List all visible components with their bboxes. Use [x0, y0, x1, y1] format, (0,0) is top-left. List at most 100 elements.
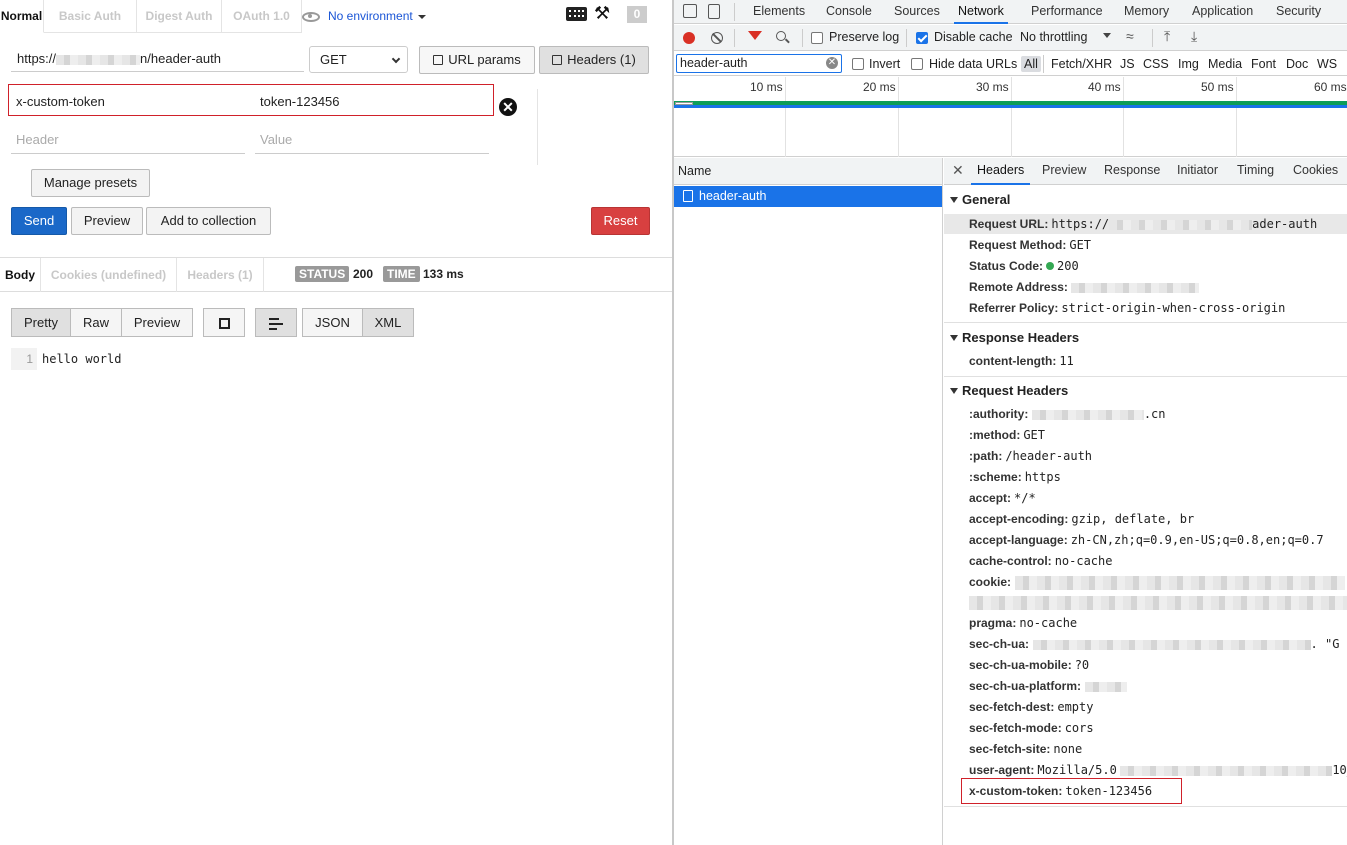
- hide-data-urls-checkbox[interactable]: [911, 58, 923, 70]
- general-section-header[interactable]: General: [950, 192, 1010, 207]
- tab-network[interactable]: Network: [954, 0, 1008, 24]
- json-button[interactable]: JSON: [302, 308, 363, 337]
- filter-css[interactable]: CSS: [1143, 56, 1169, 72]
- reset-button[interactable]: Reset: [591, 207, 650, 235]
- tab-response[interactable]: Response: [1104, 158, 1160, 185]
- invert-checkbox[interactable]: [852, 58, 864, 70]
- tab-cookies-detail[interactable]: Cookies: [1293, 158, 1338, 185]
- filter-icon[interactable]: [748, 31, 762, 40]
- preview-button[interactable]: Preview: [71, 207, 143, 235]
- xml-button[interactable]: XML: [362, 308, 414, 337]
- user-agent-row: user-agent:Mozilla/5.0 10_1: [969, 763, 1347, 778]
- header-key-input[interactable]: x-custom-token: [16, 94, 105, 109]
- tab-cookies[interactable]: Cookies (undefined): [41, 258, 177, 292]
- response-headers-section-header[interactable]: Response Headers: [950, 330, 1079, 345]
- key: x-custom-token:: [969, 784, 1063, 798]
- filter-ws[interactable]: WS: [1317, 56, 1337, 72]
- devtools-tabs: Elements Console Sources Network Perform…: [674, 0, 1347, 24]
- expand-button[interactable]: [203, 308, 245, 337]
- timeline-label: 30 ms: [976, 80, 1009, 94]
- status-ok-icon: [1046, 262, 1055, 270]
- tab-oauth[interactable]: OAuth 1.0: [222, 0, 302, 33]
- name-column-header[interactable]: Name: [674, 158, 942, 185]
- send-button[interactable]: Send: [11, 207, 67, 235]
- path-row: :path:/header-auth: [969, 449, 1092, 464]
- new-value-input[interactable]: Value: [255, 129, 489, 154]
- filter-all[interactable]: All: [1021, 56, 1041, 72]
- tools-icon[interactable]: ⚒: [594, 3, 610, 23]
- caret-down-icon: [418, 14, 427, 19]
- tab-response-headers[interactable]: Headers (1): [177, 258, 264, 292]
- tab-basic-auth[interactable]: Basic Auth: [44, 0, 137, 33]
- disable-cache-checkbox[interactable]: [916, 32, 928, 44]
- filter-img[interactable]: Img: [1178, 56, 1199, 72]
- keyboard-icon[interactable]: [566, 7, 587, 21]
- throttling-select[interactable]: No throttling: [1020, 30, 1087, 44]
- record-icon[interactable]: [683, 32, 695, 44]
- manage-presets-button[interactable]: Manage presets: [31, 169, 150, 197]
- request-row[interactable]: header-auth: [674, 186, 942, 207]
- raw-button[interactable]: Raw: [70, 308, 122, 337]
- network-conditions-icon[interactable]: ≈: [1126, 28, 1134, 44]
- code-line: 1 hello world: [11, 348, 661, 370]
- tab-timing[interactable]: Timing: [1237, 158, 1274, 185]
- tab-digest-auth[interactable]: Digest Auth: [137, 0, 222, 33]
- timeline-label: 20 ms: [863, 80, 896, 94]
- scheme-row: :scheme: https: [969, 470, 1061, 485]
- preserve-log-checkbox[interactable]: [811, 32, 823, 44]
- response-body: hello world: [42, 352, 122, 366]
- url-input[interactable]: https:// n/header-auth: [11, 47, 304, 72]
- tab-sources[interactable]: Sources: [894, 0, 940, 24]
- method-value: GET: [320, 52, 347, 67]
- filter-font[interactable]: Font: [1251, 56, 1276, 72]
- wrap-button[interactable]: [255, 308, 297, 337]
- add-to-collection-button[interactable]: Add to collection: [146, 207, 271, 235]
- device-toggle-icon[interactable]: [708, 4, 720, 19]
- filter-input[interactable]: header-auth: [676, 54, 842, 73]
- url-params-button[interactable]: URL params: [419, 46, 535, 74]
- tab-initiator[interactable]: Initiator: [1177, 158, 1218, 185]
- tab-application[interactable]: Application: [1192, 0, 1253, 24]
- key: sec-ch-ua-mobile:: [969, 658, 1072, 672]
- request-headers-title: Request Headers: [962, 383, 1069, 398]
- filter-media[interactable]: Media: [1208, 56, 1242, 72]
- pretty-button[interactable]: Pretty: [11, 308, 71, 337]
- search-icon[interactable]: [776, 31, 786, 41]
- preview-view-button[interactable]: Preview: [121, 308, 193, 337]
- network-timeline[interactable]: 10 ms 20 ms 30 ms 40 ms 50 ms 60 ms: [674, 77, 1347, 157]
- tab-security[interactable]: Security: [1276, 0, 1321, 24]
- clear-icon[interactable]: [711, 32, 723, 44]
- clear-filter-icon[interactable]: ✕: [826, 57, 838, 69]
- value: /header-auth: [1005, 449, 1093, 463]
- key: Remote Address:: [969, 280, 1068, 294]
- network-toolbar: Preserve log Disable cache No throttling…: [674, 25, 1347, 51]
- remove-header-icon[interactable]: ✕: [499, 98, 517, 116]
- tab-body[interactable]: Body: [0, 258, 41, 292]
- tab-preview[interactable]: Preview: [1042, 158, 1086, 185]
- value: no-cache: [1019, 616, 1078, 630]
- filter-fetch-xhr[interactable]: Fetch/XHR: [1051, 56, 1112, 72]
- tab-console[interactable]: Console: [826, 0, 872, 24]
- general-title: General: [962, 192, 1011, 207]
- redacted: [1031, 409, 1144, 420]
- filter-js[interactable]: JS: [1120, 56, 1135, 72]
- header-value-input[interactable]: token-123456: [260, 94, 340, 109]
- count-badge[interactable]: 0: [627, 6, 647, 23]
- section-divider: [944, 322, 1347, 323]
- filter-doc[interactable]: Doc: [1286, 56, 1308, 72]
- redacted: [1014, 575, 1345, 590]
- method-select[interactable]: GET: [309, 46, 408, 73]
- inspect-icon[interactable]: [683, 4, 697, 18]
- tab-memory[interactable]: Memory: [1124, 0, 1169, 24]
- tab-elements[interactable]: Elements: [753, 0, 805, 24]
- environment-selector[interactable]: No environment: [302, 0, 427, 33]
- close-icon[interactable]: ✕: [952, 162, 964, 179]
- tab-headers[interactable]: Headers: [971, 158, 1031, 185]
- tab-performance[interactable]: Performance: [1031, 0, 1103, 24]
- headers-button[interactable]: Headers (1): [539, 46, 649, 74]
- tab-normal[interactable]: Normal: [0, 0, 44, 33]
- request-headers-section-header[interactable]: Request Headers: [950, 383, 1068, 398]
- export-icon[interactable]: ⤓: [1191, 28, 1197, 45]
- import-icon[interactable]: ⤒: [1164, 28, 1170, 45]
- new-header-input[interactable]: Header: [11, 129, 245, 154]
